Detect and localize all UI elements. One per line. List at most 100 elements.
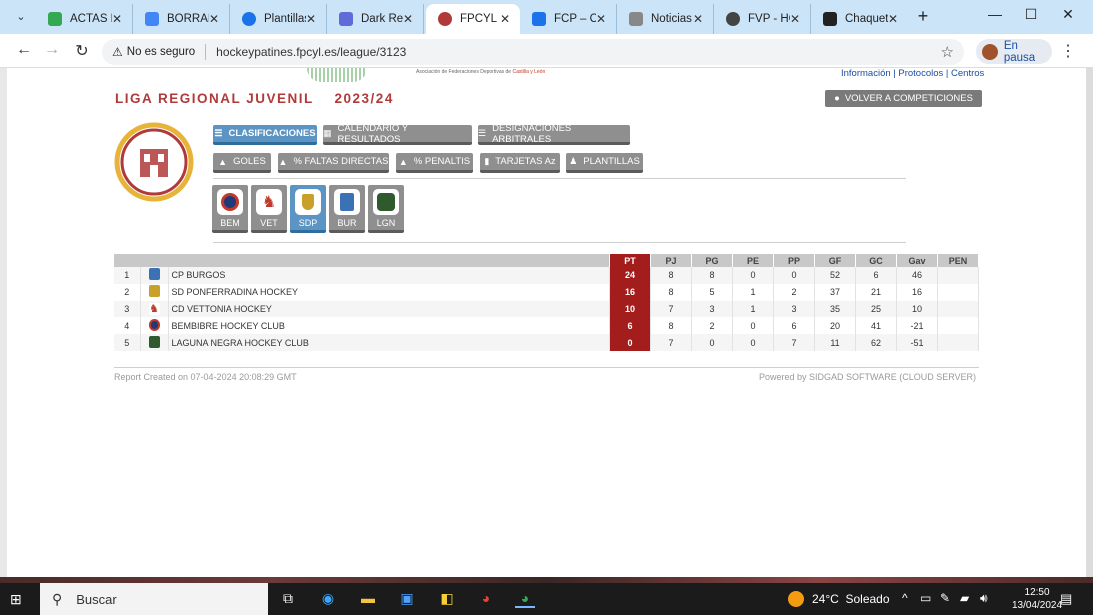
row-team[interactable]: CP BURGOS bbox=[168, 267, 610, 284]
tab-actas[interactable]: ACTAS PA✕ bbox=[36, 4, 133, 34]
nav-label: % PENALTIS bbox=[413, 156, 471, 167]
tab-tarjetas[interactable]: ▮ TARJETAS Az bbox=[480, 153, 560, 173]
clock[interactable]: 12:50 13/04/2024 bbox=[1012, 586, 1062, 612]
team-tile-lgn[interactable]: LGN bbox=[368, 185, 404, 233]
team-tile-bem[interactable]: BEM bbox=[212, 185, 248, 233]
team-tile-sdp[interactable]: SDP bbox=[290, 185, 326, 233]
close-icon[interactable]: ✕ bbox=[209, 12, 219, 26]
tab-fpcyl[interactable]: FPCYL - H✕ bbox=[426, 4, 520, 34]
table-row[interactable]: 3 ♞ CD VETTONIA HOCKEY 10 7 3 1 3 35 25 … bbox=[114, 300, 979, 318]
chrome-icon[interactable]: ◕ bbox=[476, 590, 496, 608]
url-text[interactable]: hockeypatines.fpcyl.es/league/3123 bbox=[216, 45, 406, 59]
tab-label: FCP – Co bbox=[554, 13, 596, 25]
header-pe[interactable]: PE bbox=[732, 254, 774, 267]
tab-goles[interactable]: ▲ GOLES bbox=[213, 153, 271, 173]
sticky-notes-icon[interactable]: ◧ bbox=[437, 590, 457, 608]
address-bar[interactable]: ⚠ No es seguro hockeypatines.fpcyl.es/le… bbox=[102, 39, 964, 65]
close-icon[interactable]: ✕ bbox=[306, 12, 316, 26]
tab-chaqueta[interactable]: Chaqueta✕ bbox=[811, 4, 908, 34]
tab-plantillas[interactable]: Plantillas ✕ bbox=[230, 4, 327, 34]
close-icon[interactable]: ✕ bbox=[403, 12, 413, 26]
forward-arrow-icon[interactable]: → bbox=[42, 41, 62, 59]
league-title: LIGA REGIONAL JUVENIL 2023/24 bbox=[115, 91, 394, 106]
close-icon[interactable]: ✕ bbox=[888, 12, 898, 26]
battery-icon[interactable]: ▰ bbox=[960, 591, 969, 605]
tab-dark-red[interactable]: Dark Red✕ bbox=[327, 4, 424, 34]
close-icon[interactable]: ✕ bbox=[500, 12, 510, 26]
header-pg[interactable]: PG bbox=[691, 254, 733, 267]
header-pt[interactable]: PT bbox=[609, 254, 651, 267]
header-gc[interactable]: GC bbox=[855, 254, 897, 267]
tab-calendario[interactable]: ▦ CALENDARIO Y RESULTADOS bbox=[323, 123, 472, 145]
row-team[interactable]: SD PONFERRADINA HOCKEY bbox=[168, 283, 610, 301]
window-close-icon[interactable]: ✕ bbox=[1058, 6, 1078, 23]
chrome-active-icon[interactable]: ◕ bbox=[515, 590, 535, 608]
warning-icon[interactable]: ⚠ bbox=[112, 45, 123, 59]
menu-kebab-icon[interactable]: ⋮ bbox=[1060, 41, 1076, 61]
header-pj[interactable]: PJ bbox=[650, 254, 692, 267]
top-links[interactable]: Información | Protocolos | Centros bbox=[841, 68, 984, 79]
team-tile-bur[interactable]: BUR bbox=[329, 185, 365, 233]
tab-faltas-directas[interactable]: ▲ % FALTAS DIRECTAS bbox=[278, 153, 389, 173]
tab-clasificaciones[interactable]: ☰ CLASIFICACIONES bbox=[213, 125, 317, 145]
back-to-competitions-button[interactable]: ● VOLVER A COMPETICIONES bbox=[825, 90, 982, 107]
back-button-label: VOLVER A COMPETICIONES bbox=[844, 93, 973, 104]
laguna-negra-crest-icon bbox=[148, 335, 160, 348]
tab-borrador[interactable]: BORRAD✕ bbox=[133, 4, 230, 34]
pen-icon[interactable]: ✎ bbox=[940, 591, 950, 605]
close-icon[interactable]: ✕ bbox=[790, 12, 800, 26]
close-icon[interactable]: ✕ bbox=[596, 12, 606, 26]
notification-icon[interactable]: ▤ bbox=[1060, 591, 1072, 607]
tab-designaciones[interactable]: ☰ DESIGNACIONES ARBITRALES bbox=[478, 123, 630, 145]
close-icon[interactable]: ✕ bbox=[112, 12, 122, 26]
tab-search-icon[interactable]: ⌄ bbox=[10, 7, 32, 27]
scrollbar-edge[interactable] bbox=[1086, 68, 1093, 577]
chevron-up-icon[interactable]: ^ bbox=[902, 591, 908, 605]
table-row[interactable]: 4 BEMBIBRE HOCKEY CLUB 6 8 2 0 6 20 41 -… bbox=[114, 317, 979, 335]
reload-icon[interactable]: ↻ bbox=[72, 41, 92, 61]
table-row[interactable]: 5 LAGUNA NEGRA HOCKEY CLUB 0 7 0 0 7 11 … bbox=[114, 334, 979, 351]
close-icon[interactable]: ✕ bbox=[693, 12, 703, 26]
windows-start-icon[interactable]: ⊞ bbox=[10, 591, 22, 608]
volume-icon[interactable]: 🔊︎ bbox=[980, 591, 988, 606]
table-row[interactable]: 1 CP BURGOS 24 8 8 0 0 52 6 46 bbox=[114, 267, 979, 284]
card-icon: ▮ bbox=[484, 156, 490, 166]
header-pen[interactable]: PEN bbox=[937, 254, 979, 267]
back-arrow-icon[interactable]: ← bbox=[14, 41, 34, 59]
chart-icon: ▲ bbox=[218, 156, 228, 167]
edge-icon[interactable]: ◉ bbox=[318, 590, 338, 608]
powered-by-text: Powered by SIDGAD SOFTWARE (CLOUD SERVER… bbox=[759, 372, 977, 382]
task-view-icon[interactable]: ⧉ bbox=[278, 590, 298, 608]
tab-penaltis[interactable]: ▲ % PENALTIS bbox=[396, 153, 473, 173]
tab-fcp[interactable]: FCP – Co✕ bbox=[520, 4, 617, 34]
header-gf[interactable]: GF bbox=[814, 254, 856, 267]
weather-widget[interactable]: 24°C Soleado bbox=[788, 591, 890, 607]
browser-toolbar: ← → ↻ ⚠ No es seguro hockeypatines.fpcyl… bbox=[0, 34, 1093, 68]
bookmark-star-icon[interactable]: ☆ bbox=[941, 43, 954, 61]
tab-noticias[interactable]: Noticias ✕ bbox=[617, 4, 714, 34]
vettonia-crest-icon: ♞ bbox=[148, 302, 160, 315]
tab-label: Noticias bbox=[651, 13, 692, 25]
security-label[interactable]: No es seguro bbox=[127, 46, 195, 58]
tab-fvp[interactable]: FVP - HC✕ bbox=[714, 4, 811, 34]
header-pp[interactable]: PP bbox=[773, 254, 815, 267]
row-pt: 6 bbox=[609, 317, 651, 335]
new-tab-icon[interactable]: + bbox=[913, 6, 933, 27]
team-tile-vet[interactable]: ♞ VET bbox=[251, 185, 287, 233]
row-pen bbox=[937, 300, 979, 318]
nav-label: CLASIFICACIONES bbox=[228, 128, 316, 139]
tab-plantillas[interactable]: ♟ PLANTILLAS bbox=[566, 153, 643, 173]
row-team[interactable]: LAGUNA NEGRA HOCKEY CLUB bbox=[168, 334, 610, 351]
minimize-icon[interactable]: — bbox=[985, 6, 1005, 22]
divider bbox=[213, 242, 906, 243]
table-row[interactable]: 2 SD PONFERRADINA HOCKEY 16 8 5 1 2 37 2… bbox=[114, 283, 979, 301]
row-team[interactable]: BEMBIBRE HOCKEY CLUB bbox=[168, 317, 610, 335]
maximize-icon[interactable]: ☐ bbox=[1021, 6, 1041, 23]
device-icon[interactable]: ▭ bbox=[920, 591, 931, 605]
header-gav[interactable]: Gav bbox=[896, 254, 938, 267]
store-icon[interactable]: ▣ bbox=[397, 590, 417, 608]
file-explorer-icon[interactable]: ▬ bbox=[358, 590, 378, 608]
profile-button[interactable]: En pausa bbox=[976, 39, 1052, 64]
row-team[interactable]: CD VETTONIA HOCKEY bbox=[168, 300, 610, 318]
taskbar-search[interactable]: ⚲ Buscar bbox=[40, 583, 268, 615]
